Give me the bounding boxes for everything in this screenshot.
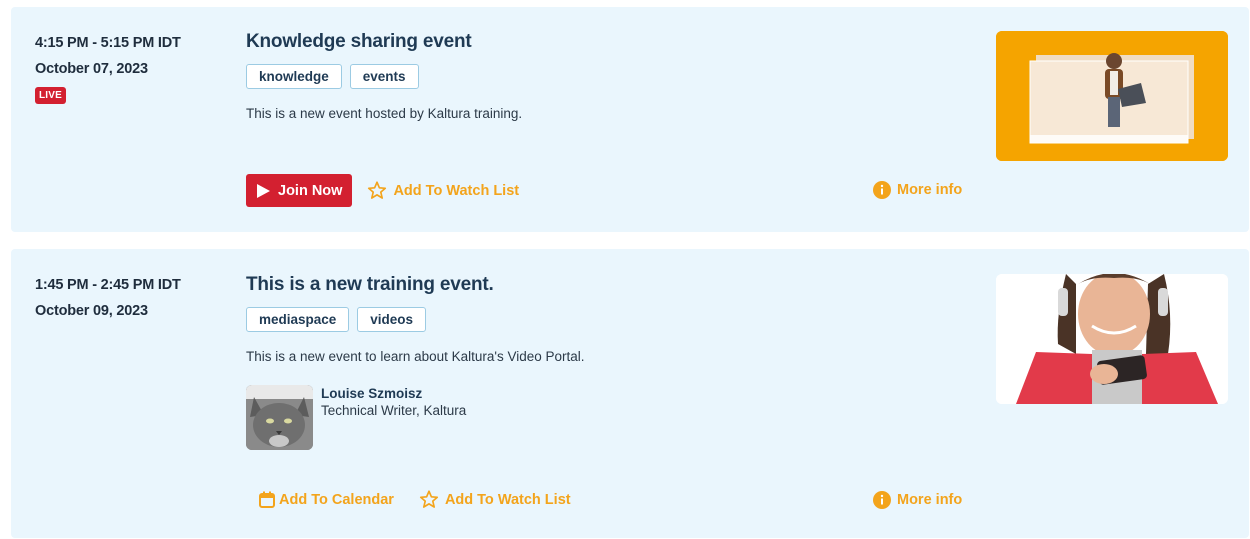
add-to-watch-list-label: Add To Watch List <box>444 491 571 508</box>
star-icon <box>419 490 439 508</box>
event-card: 4:15 PM - 5:15 PM IDT October 07, 2023 L… <box>11 7 1249 232</box>
add-to-watch-list-label: Add To Watch List <box>393 182 520 199</box>
speaker-details: Louise Szmoisz Technical Writer, Kaltura <box>321 386 466 450</box>
info-icon <box>873 491 891 509</box>
event-when: 4:15 PM - 5:15 PM IDT October 07, 2023 L… <box>35 35 181 104</box>
more-info-button[interactable]: More info <box>873 491 962 509</box>
add-to-calendar-button[interactable]: Add To Calendar <box>259 491 394 508</box>
tag[interactable]: events <box>349 64 419 89</box>
avatar <box>246 385 313 450</box>
event-date: October 09, 2023 <box>35 303 148 319</box>
tag-list: knowledge events <box>246 64 419 89</box>
live-badge: LIVE <box>35 87 67 104</box>
add-to-calendar-label: Add To Calendar <box>279 491 394 508</box>
event-title[interactable]: This is a new training event. <box>246 274 494 296</box>
add-to-watch-list-button[interactable]: Add To Watch List <box>419 490 571 509</box>
play-icon <box>257 183 270 198</box>
event-thumbnail-image <box>996 274 1228 404</box>
speaker-name: Louise Szmoisz <box>321 386 423 401</box>
event-title[interactable]: Knowledge sharing event <box>246 31 472 53</box>
event-date: October 07, 2023 <box>35 61 148 77</box>
event-when: 1:45 PM - 2:45 PM IDT October 09, 2023 <box>35 277 181 319</box>
event-thumbnail[interactable] <box>996 274 1228 404</box>
star-icon <box>368 181 387 199</box>
tag-list: mediaspace videos <box>246 307 427 332</box>
event-time: 1:45 PM - 2:45 PM IDT <box>35 277 181 293</box>
more-info-label: More info <box>897 492 963 508</box>
join-now-label: Join Now <box>278 182 343 199</box>
event-actions: Add To Calendar Add To Watch List <box>259 490 571 509</box>
event-thumbnail[interactable] <box>996 31 1228 161</box>
event-description: This is a new event to learn about Kaltu… <box>246 349 585 364</box>
event-description: This is a new event hosted by Kaltura tr… <box>246 106 523 121</box>
more-info-label: More info <box>897 182 963 198</box>
speaker-role: Technical Writer, Kaltura <box>321 403 467 418</box>
event-thumbnail-image <box>996 31 1228 161</box>
tag[interactable]: mediaspace <box>246 307 350 332</box>
tag[interactable]: videos <box>357 307 427 332</box>
more-info-button[interactable]: More info <box>873 181 962 199</box>
speaker[interactable]: Louise Szmoisz Technical Writer, Kaltura <box>246 385 466 450</box>
join-now-button[interactable]: Join Now <box>246 174 353 207</box>
tag[interactable]: knowledge <box>246 64 342 89</box>
info-icon <box>873 181 891 199</box>
add-to-watch-list-button[interactable]: Add To Watch List <box>367 181 519 200</box>
event-actions: Join Now Add To Watch List <box>246 174 519 207</box>
event-card: 1:45 PM - 2:45 PM IDT October 09, 2023 T… <box>11 249 1249 538</box>
event-time: 4:15 PM - 5:15 PM IDT <box>35 35 181 51</box>
speaker-photo <box>246 385 313 450</box>
calendar-icon <box>259 491 275 508</box>
